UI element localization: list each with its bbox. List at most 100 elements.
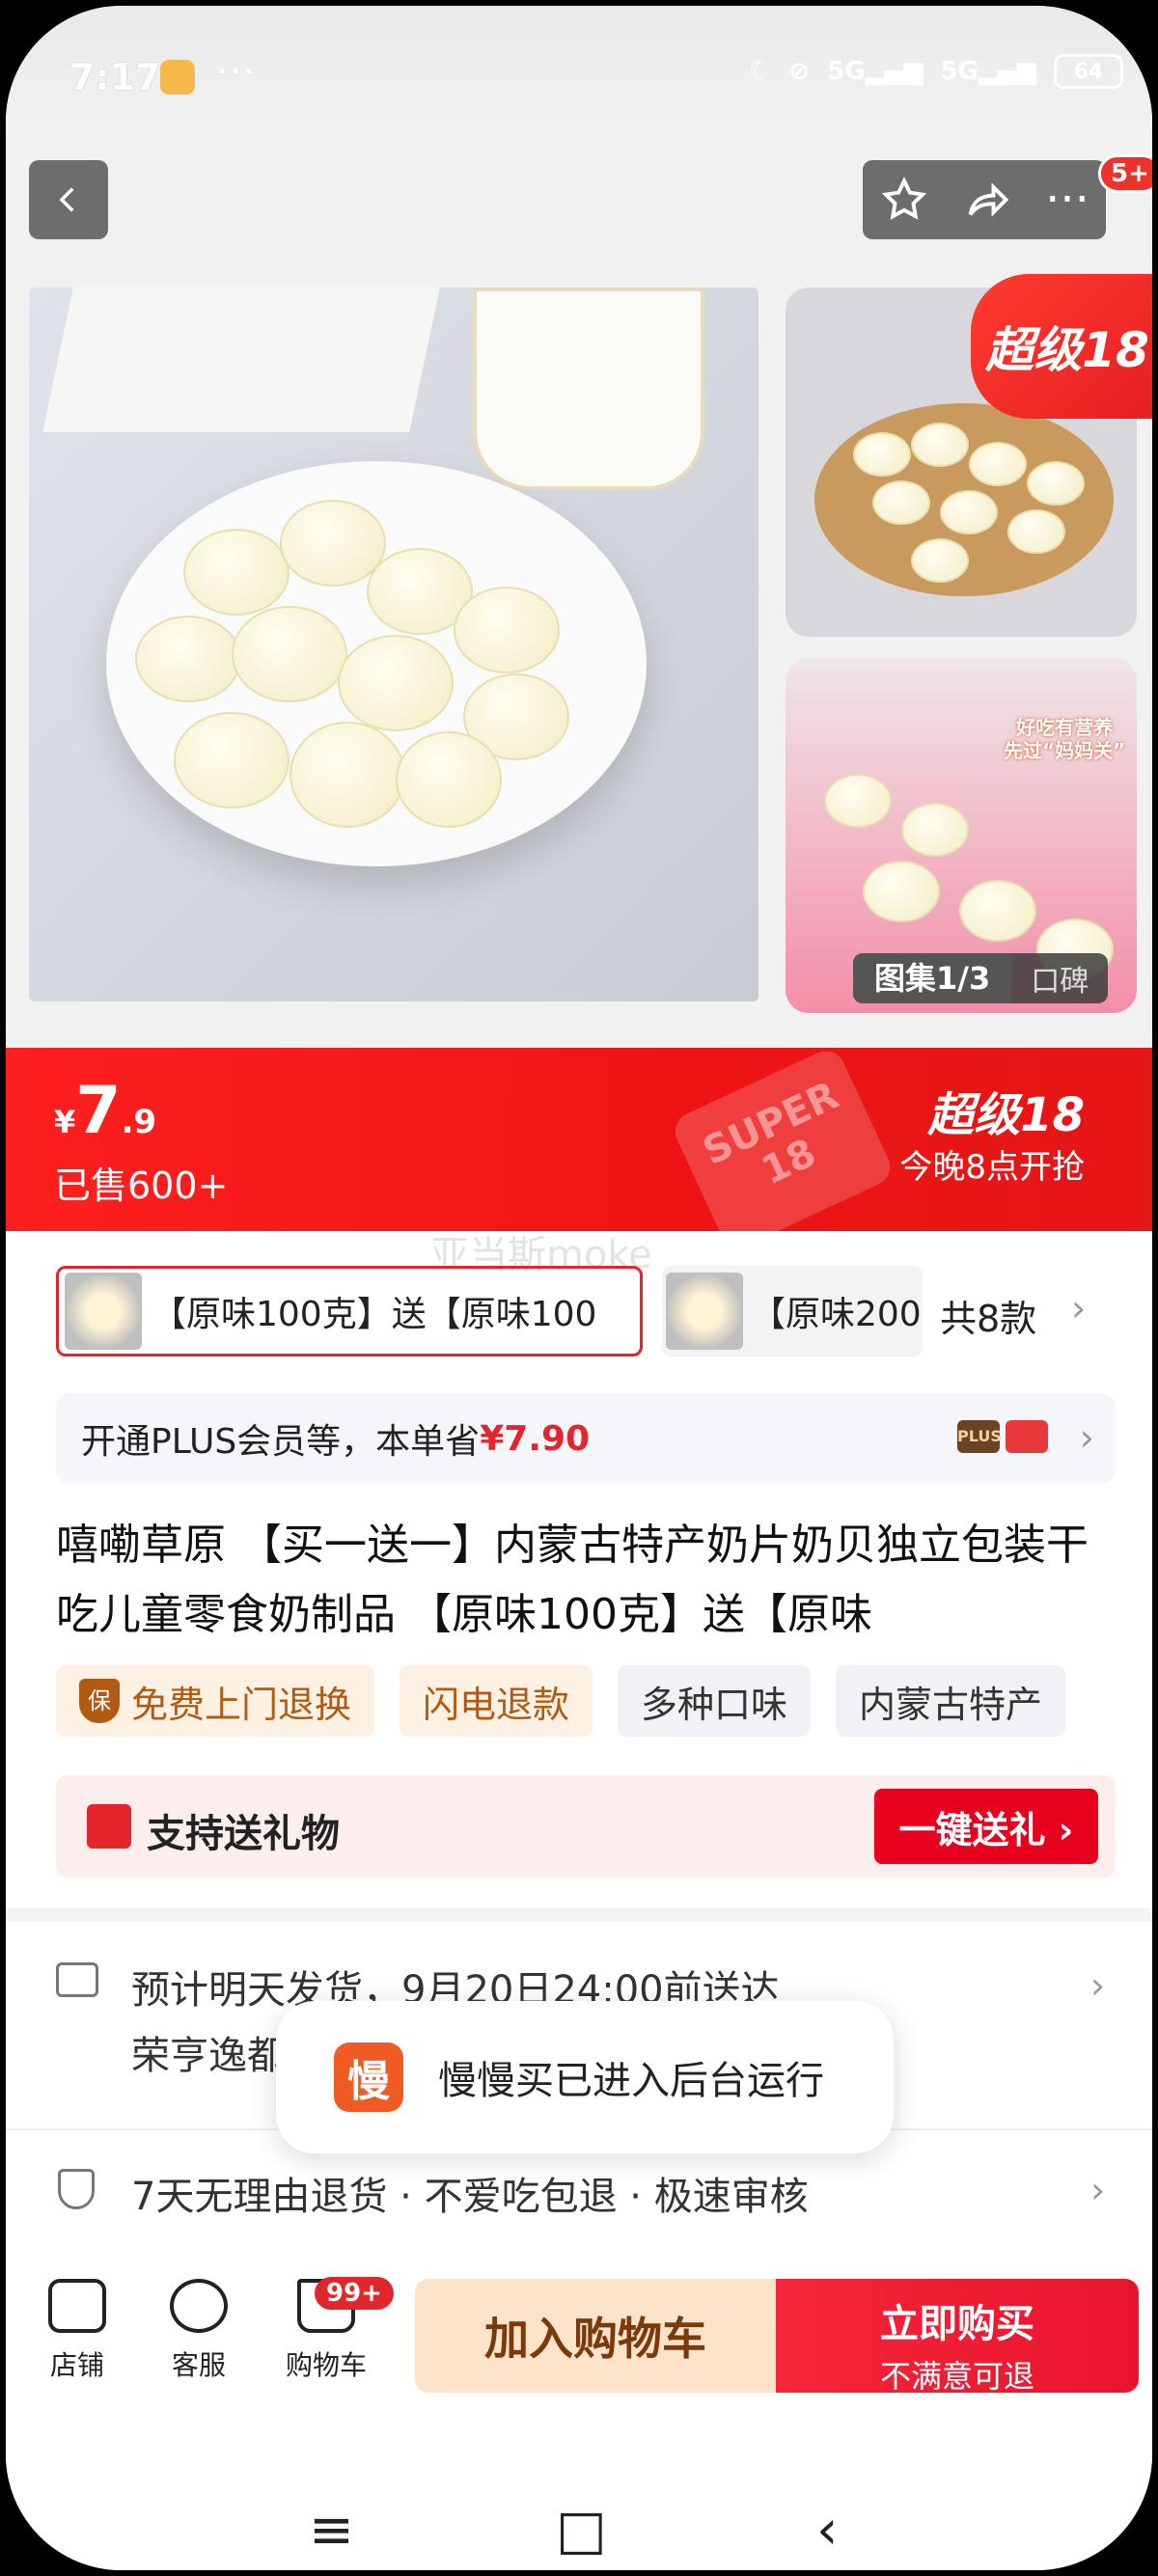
menu-icon[interactable]: ≡ <box>309 2499 354 2562</box>
toast-text: 慢慢买已进入后台运行 <box>438 2059 824 2103</box>
signal2-icon: 5G▂▄▆ <box>940 57 1036 86</box>
back-button[interactable] <box>29 160 108 239</box>
chevron-left-icon <box>59 187 74 212</box>
truck-icon <box>56 1962 98 1997</box>
milk-tablet <box>969 442 1027 486</box>
price-integer: 7 <box>75 1073 122 1149</box>
service-icon <box>170 2279 228 2333</box>
milk-tablet <box>911 423 969 467</box>
tag-label: 闪电退款 <box>423 1683 570 1726</box>
tag-fast-refund[interactable]: 闪电退款 <box>400 1665 593 1737</box>
home-icon[interactable]: □ <box>556 2499 607 2562</box>
service-label: 客服 <box>171 2349 226 2381</box>
product-title[interactable]: 嘻嘞草原 【买一送一】内蒙古特产奶片奶贝独立包装干吃儿童零食奶制品 【原味100… <box>56 1511 1098 1650</box>
milk-tablet <box>183 529 290 616</box>
milk-tablet <box>1027 461 1085 506</box>
note-line-2: 先过“妈妈关” <box>1004 739 1126 762</box>
service-tags: 保 免费上门退换 闪电退款 多种口味 内蒙古特产 <box>56 1665 1066 1737</box>
chevron-right-icon: › <box>1079 1416 1094 1459</box>
message-badge: 5+ <box>1098 154 1152 193</box>
thumbnail-note: 好吃有营养 先过“妈妈关” <box>1004 716 1125 762</box>
cart-label: 购物车 <box>285 2349 367 2381</box>
super18-stamp: SUPER 18 <box>669 1044 896 1254</box>
plus-icon: PLUS <box>957 1420 1002 1453</box>
buy-now-button[interactable]: 立即购买 不满意可退 <box>776 2279 1139 2395</box>
mute-icon: ⊘ <box>788 57 811 86</box>
status-right-icons: ☾ ⊘ 5G▂▄▆ 5G▂▄▆ 64 <box>749 54 1123 89</box>
sku-selector: 【原味100克】送【原味100 【原味200 共8款 › <box>6 1260 1152 1366</box>
sku-option-label: 【原味100克】送【原味100 <box>152 1295 597 1334</box>
milk-tablet <box>174 712 290 808</box>
status-more-dots: ··· <box>216 50 258 93</box>
tag-label: 内蒙古特产 <box>859 1683 1043 1726</box>
add-to-cart-button[interactable]: 加入购物车 <box>415 2279 776 2393</box>
back-nav-icon[interactable]: ‹ <box>816 2499 838 2562</box>
store-label: 店铺 <box>49 2349 104 2381</box>
phone-screen: 7:17 ··· ☾ ⊘ 5G▂▄▆ 5G▂▄▆ 64 好吃有营养 先过“妈妈关… <box>6 6 1152 2570</box>
price: ¥7.9 <box>54 1073 156 1149</box>
album-count[interactable]: 图集1/3 <box>853 953 1012 1003</box>
product-gallery[interactable]: 好吃有营养 先过“妈妈关” 超级18 图集1/3 口碑 <box>6 151 1152 1048</box>
plus-icons: PLUS <box>957 1420 1048 1453</box>
album-indicator[interactable]: 图集1/3 口碑 <box>853 953 1109 1003</box>
card-icon <box>1006 1420 1048 1453</box>
milk-tablet <box>290 722 405 828</box>
buy-now-label: 立即购买 <box>880 2302 1034 2346</box>
sku-option-label: 【原味200 <box>751 1295 922 1334</box>
sku-option-selected[interactable]: 【原味100克】送【原味100 <box>56 1266 643 1357</box>
tag-specialty[interactable]: 内蒙古特产 <box>836 1665 1066 1737</box>
service-button[interactable]: 客服 <box>141 2279 257 2383</box>
sku-option[interactable]: 【原味200 <box>662 1266 923 1357</box>
gift-icon <box>87 1804 131 1849</box>
note-line-1: 好吃有营养 <box>1016 716 1114 739</box>
sku-thumbnail <box>666 1273 743 1350</box>
battery-icon: 64 <box>1054 54 1123 89</box>
main-product-image[interactable] <box>29 288 758 1001</box>
star-icon[interactable] <box>879 175 929 225</box>
background-toast: 慢 慢慢买已进入后台运行 <box>276 2001 894 2153</box>
chevron-right-icon: › <box>1090 2169 1106 2211</box>
milk-tablet <box>940 490 998 534</box>
notification-app-icon <box>160 60 195 95</box>
milk-tablet <box>863 861 940 922</box>
plus-text: 开通PLUS会员等，本单省 <box>81 1422 481 1462</box>
price-currency: ¥ <box>54 1104 76 1140</box>
moon-icon: ☾ <box>749 57 772 86</box>
milk-tablet <box>911 538 969 583</box>
milk-tablet <box>959 880 1036 942</box>
app-icon: 慢 <box>334 2042 403 2112</box>
cart-badge: 99+ <box>315 2277 394 2310</box>
sku-thumbnail <box>65 1273 142 1350</box>
milk-tablet <box>824 774 892 828</box>
chevron-right-icon: › <box>1090 1964 1106 2007</box>
signal-icon: 5G▂▄▆ <box>827 57 924 86</box>
share-icon[interactable] <box>962 175 1012 225</box>
plus-promo-row[interactable]: 开通PLUS会员等，本单省 ¥7.90 PLUS › <box>56 1393 1116 1484</box>
status-time: 7:17 <box>69 56 161 98</box>
price-bar: ¥7.9 已售600+ SUPER 18 超级18 今晚8点开抢 <box>6 1044 1152 1254</box>
milk-tablet <box>396 731 502 828</box>
price-decimal: .9 <box>121 1103 157 1141</box>
book-shape <box>42 288 440 432</box>
super18-title: 超级18 <box>927 1088 1085 1142</box>
tag-flavors[interactable]: 多种口味 <box>618 1665 812 1737</box>
store-button[interactable]: 店铺 <box>19 2279 135 2383</box>
shield-check-icon <box>58 2169 95 2209</box>
more-icon[interactable]: ··· <box>1045 173 1089 227</box>
gift-label: 支持送礼物 <box>147 1812 340 1856</box>
milk-tablet <box>338 635 454 731</box>
tag-free-return[interactable]: 保 免费上门退换 <box>56 1665 375 1737</box>
milk-tablet <box>853 432 911 477</box>
top-actions: ··· <box>863 160 1106 239</box>
bottom-bar: 店铺 客服 购物车 99+ 加入购物车 立即购买 不满意可退 ≡ □ ‹ <box>6 2254 1152 2570</box>
milk-tablet <box>901 803 969 857</box>
milk-tablet <box>135 616 241 702</box>
shield-icon: 保 <box>79 1679 120 1723</box>
milk-tablet <box>872 480 930 525</box>
send-gift-button[interactable]: 一键送礼 › <box>874 1789 1098 1864</box>
sku-count[interactable]: 共8款 <box>940 1289 1036 1342</box>
section-divider <box>6 1908 1152 1922</box>
review-tab[interactable]: 口碑 <box>1011 957 1108 1000</box>
super18-time: 今晚8点开抢 <box>899 1148 1085 1187</box>
chevron-right-icon[interactable]: › <box>1071 1287 1086 1329</box>
